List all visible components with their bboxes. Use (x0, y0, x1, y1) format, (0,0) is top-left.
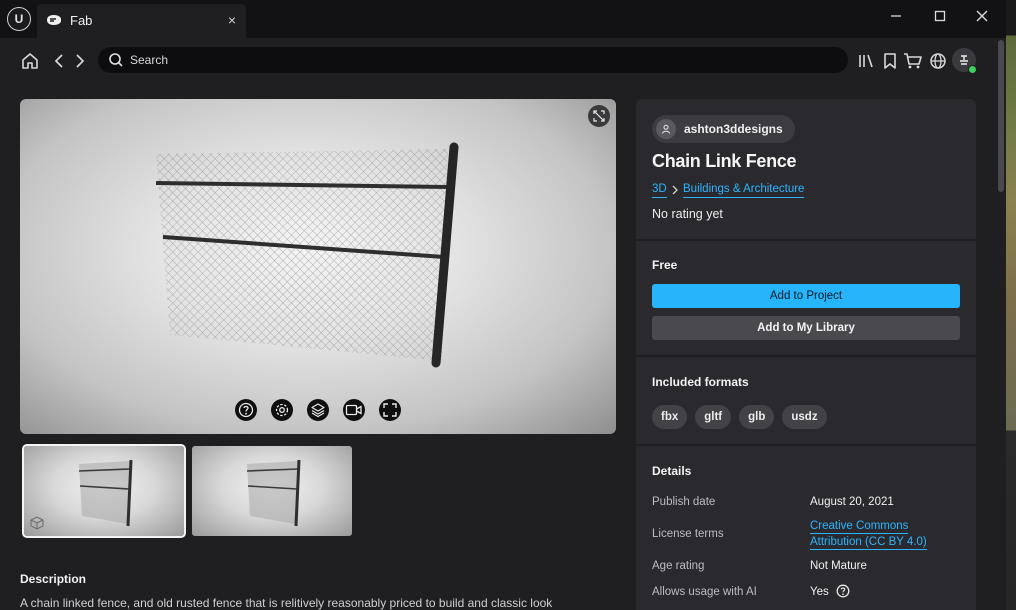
formats-panel: Included formats fbx gltf glb usdz (636, 357, 976, 444)
license-link-2[interactable]: Attribution (CC BY 4.0) (810, 536, 927, 550)
thumbnail-2[interactable] (192, 446, 352, 536)
camera-icon[interactable] (343, 399, 365, 421)
title-bar: U Fab × (0, 0, 1006, 38)
formats-title: Included formats (652, 375, 749, 389)
publish-date-label: Publish date (652, 496, 716, 508)
thumbnail-image (78, 459, 133, 527)
format-chip-fbx[interactable]: fbx (652, 405, 688, 429)
rating-text: No rating yet (652, 207, 723, 221)
license-link-line-2[interactable]: Attribution (CC BY 4.0) (810, 536, 927, 550)
age-rating-label: Age rating (652, 560, 705, 572)
thumbnail-image (246, 459, 301, 527)
home-icon[interactable] (20, 51, 40, 71)
bookmark-icon[interactable] (880, 51, 900, 71)
back-icon[interactable] (49, 51, 69, 71)
tab-label: Fab (70, 13, 93, 28)
license-link-line-1[interactable]: Creative Commons (810, 520, 909, 534)
help-circle-icon[interactable] (836, 584, 850, 598)
search-icon (109, 53, 123, 67)
chevron-right-icon (672, 185, 678, 195)
add-to-library-button[interactable]: Add to My Library (652, 316, 960, 340)
author-name: ashton3ddesigns (684, 122, 783, 136)
search-bar[interactable]: Search (98, 47, 848, 73)
settings-icon[interactable] (271, 399, 293, 421)
breadcrumb-3d[interactable]: 3D (652, 183, 667, 198)
3d-cube-icon (30, 516, 44, 530)
minimize-icon[interactable] (881, 6, 911, 26)
format-chip-glb[interactable]: glb (739, 405, 775, 429)
breadcrumb-category[interactable]: Buildings & Architecture (683, 183, 805, 198)
unreal-logo-icon[interactable]: U (7, 7, 31, 31)
search-input[interactable]: Search (130, 53, 168, 67)
model-viewer[interactable] (20, 99, 616, 434)
license-link[interactable]: Creative Commons (810, 520, 909, 534)
ai-usage-label: Allows usage with AI (652, 586, 757, 598)
forward-icon[interactable] (70, 51, 90, 71)
format-chip-gltf[interactable]: gltf (695, 405, 732, 429)
pricing-panel: Free Add to Project Add to My Library (636, 241, 976, 355)
help-icon[interactable] (235, 399, 257, 421)
age-rating-value: Not Mature (810, 560, 867, 572)
format-chip-usdz[interactable]: usdz (782, 405, 827, 429)
scrollbar[interactable] (996, 38, 1006, 610)
cart-icon[interactable] (903, 51, 923, 71)
globe-icon[interactable] (928, 51, 948, 71)
fullscreen-icon[interactable] (379, 399, 401, 421)
library-icon[interactable] (856, 51, 876, 71)
expand-icon[interactable] (588, 105, 610, 127)
layers-icon[interactable] (307, 399, 329, 421)
format-list: fbx gltf glb usdz (652, 405, 827, 429)
details-panel: Details Publish date August 20, 2021 Lic… (636, 446, 976, 610)
price-label: Free (652, 258, 678, 272)
fab-logo-icon (47, 15, 61, 25)
maximize-icon[interactable] (925, 6, 955, 26)
details-title: Details (652, 464, 692, 478)
author-avatar-icon (656, 119, 676, 139)
license-label: License terms (652, 528, 724, 540)
background-strip (1006, 0, 1016, 610)
thumbnail-1[interactable] (22, 444, 186, 538)
description-title: Description (20, 572, 87, 586)
description-text: A chain linked fence, and old rusted fen… (20, 596, 553, 610)
author-chip[interactable]: ashton3ddesigns (652, 115, 795, 143)
scrollbar-thumb[interactable] (998, 40, 1004, 192)
fence-model-image (155, 142, 459, 368)
tab-close-icon[interactable]: × (228, 12, 236, 28)
close-window-icon[interactable] (967, 6, 997, 26)
publish-date-value: August 20, 2021 (810, 496, 894, 508)
online-status-dot (968, 65, 977, 74)
asset-header-panel: ashton3ddesigns Chain Link Fence 3D Buil… (636, 99, 976, 239)
tab-fab[interactable]: Fab × (37, 4, 246, 38)
asset-title: Chain Link Fence (652, 151, 797, 171)
user-menu-icon (960, 55, 968, 65)
ai-usage-value: Yes (810, 586, 829, 598)
add-to-project-button[interactable]: Add to Project (652, 284, 960, 308)
